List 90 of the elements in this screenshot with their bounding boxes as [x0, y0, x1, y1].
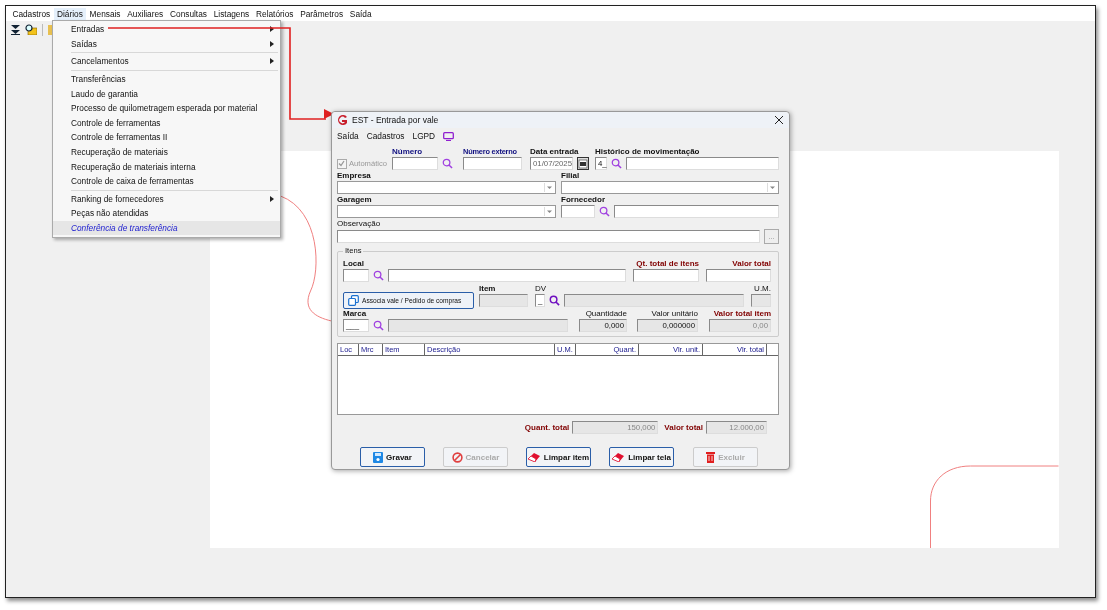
- field-label: DV: [535, 284, 548, 294]
- menu-item[interactable]: Cancelamentos: [53, 54, 280, 69]
- eraser-icon: [527, 452, 541, 462]
- input-field[interactable]: [561, 205, 595, 218]
- action-button[interactable]: Limpar tela: [609, 447, 674, 467]
- input-field[interactable]: [751, 294, 771, 307]
- menu-item[interactable]: Mensais: [86, 7, 124, 20]
- menu-item[interactable]: Entradas: [53, 22, 280, 37]
- menu-item[interactable]: Laudo de garantia: [53, 86, 280, 101]
- input-field[interactable]: [479, 294, 528, 307]
- field-label: Local: [343, 259, 365, 269]
- search-icon[interactable]: [373, 270, 384, 281]
- search-icon[interactable]: [599, 206, 610, 217]
- menu-item[interactable]: Recuperação de materiais interna: [53, 159, 280, 174]
- input-field[interactable]: [626, 157, 779, 170]
- input-field[interactable]: [463, 157, 522, 170]
- menu-item[interactable]: Controle de caixa de ferramentas: [53, 173, 280, 189]
- field-label: Fornecedor: [561, 195, 606, 205]
- folder-search-icon[interactable]: [25, 24, 37, 35]
- input-field[interactable]: [388, 269, 626, 282]
- field-label: Quantidade: [585, 309, 627, 319]
- menu-item[interactable]: Transferências: [53, 71, 280, 87]
- field-label: Valor total: [664, 422, 703, 433]
- input-field[interactable]: [633, 269, 699, 282]
- menu-item[interactable]: Saída: [346, 7, 375, 20]
- close-icon[interactable]: [775, 116, 783, 124]
- dropdown-arrow-icon: [544, 207, 554, 216]
- menu-item[interactable]: Conferência de transferência: [53, 220, 280, 236]
- prohibited-icon: [451, 451, 463, 463]
- dropdown-arrow-icon: [767, 183, 777, 192]
- field-label: Valor total item: [713, 309, 771, 319]
- input-field[interactable]: [343, 269, 369, 282]
- menu-item[interactable]: Ranking de fornecedores: [53, 191, 280, 207]
- search-icon[interactable]: [611, 158, 622, 169]
- field-label: Qt. total de itens: [636, 259, 699, 269]
- copy-icon: [348, 295, 359, 306]
- input-field[interactable]: [392, 157, 438, 170]
- search-icon[interactable]: [373, 320, 384, 331]
- double-down-arrow-icon[interactable]: [11, 24, 20, 35]
- field-label: Número: [392, 147, 424, 157]
- submenu-arrow-icon: [270, 58, 274, 65]
- monitor-icon[interactable]: [443, 131, 455, 141]
- menu-item[interactable]: Auxiliares: [123, 7, 167, 20]
- check-icon: [338, 159, 345, 167]
- menu-item[interactable]: Parâmetros: [296, 7, 347, 20]
- calendar-icon[interactable]: [577, 157, 589, 170]
- menu-item[interactable]: LGPD: [412, 131, 436, 141]
- dropdown-field[interactable]: [561, 181, 779, 194]
- field-label: Valor unitário: [651, 309, 698, 319]
- field-label: Data entrada: [530, 147, 580, 157]
- trash-icon: [706, 451, 716, 463]
- menu-item[interactable]: Processo de quilometragem esperada por material: [53, 100, 280, 116]
- action-button[interactable]: Gravar: [360, 447, 425, 467]
- input-field[interactable]: [564, 294, 744, 307]
- menu-item[interactable]: Saída: [337, 131, 359, 141]
- menu-item[interactable]: Relatórios: [252, 7, 297, 20]
- menu-item[interactable]: Peças não atendidas: [53, 206, 280, 221]
- window-title: EST - Entrada por vale: [352, 115, 440, 125]
- menu-item[interactable]: Listagens: [210, 7, 253, 20]
- field-label: Histórico de movimentação: [595, 147, 701, 157]
- submenu-arrow-icon: [270, 195, 274, 202]
- input-field[interactable]: [388, 319, 568, 332]
- dropdown-arrow-icon: [544, 183, 554, 192]
- field-label: U.M.: [754, 284, 771, 294]
- input-field[interactable]: [706, 269, 771, 282]
- search-icon[interactable]: [549, 295, 560, 306]
- menu-item[interactable]: Controle de ferramentas II: [53, 130, 280, 145]
- field-label: Garagem: [337, 195, 373, 205]
- input-field[interactable]: [337, 230, 760, 243]
- field-label: Marca: [343, 309, 368, 319]
- action-button[interactable]: Limpar item: [526, 447, 591, 467]
- dropdown-field[interactable]: [337, 181, 556, 194]
- menu-item[interactable]: Saídas: [53, 36, 280, 52]
- app-logo-icon: [336, 114, 348, 126]
- dropdown-field[interactable]: [337, 205, 556, 218]
- field-label: Observação: [337, 219, 382, 229]
- menu-item[interactable]: Diários: [53, 7, 87, 20]
- menu-item[interactable]: Recuperação de materiais: [53, 144, 280, 160]
- input-field[interactable]: [614, 205, 779, 218]
- eraser-icon: [612, 452, 626, 462]
- menu-item[interactable]: Cadastros: [366, 131, 405, 141]
- field-label: Filial: [561, 171, 581, 181]
- field-label: Item: [479, 284, 497, 294]
- field-label: Quant. total: [524, 422, 570, 433]
- search-icon[interactable]: [442, 158, 453, 169]
- menu-item[interactable]: Consultas: [166, 7, 211, 20]
- field-label: Empresa: [337, 171, 372, 181]
- menu-item[interactable]: Cadastros: [9, 7, 54, 20]
- field-label: Valor total: [732, 259, 771, 269]
- menu-item[interactable]: Controle de ferramentas: [53, 115, 280, 131]
